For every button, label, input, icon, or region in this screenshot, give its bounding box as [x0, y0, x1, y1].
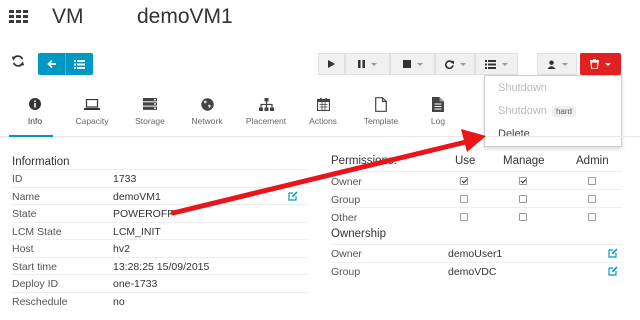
pause-icon — [358, 60, 365, 68]
owner-use-checkbox[interactable] — [460, 177, 468, 185]
table-row: Owner demoUser1 — [331, 244, 622, 262]
section-title: VM — [52, 5, 84, 28]
file-icon — [375, 96, 387, 112]
tab-capacity[interactable]: Capacity — [62, 96, 122, 126]
edit-icon[interactable] — [288, 191, 298, 201]
edit-icon[interactable] — [608, 248, 618, 258]
reboot-button[interactable] — [435, 53, 475, 75]
chevron-down-icon — [459, 62, 466, 66]
table-row: LCM State LCM_INIT — [12, 221, 307, 240]
chevron-down-icon — [371, 62, 377, 66]
table-row: Group — [331, 189, 622, 207]
list-icon — [74, 59, 85, 69]
other-manage-checkbox[interactable] — [519, 213, 527, 221]
user-button[interactable] — [537, 53, 577, 75]
chevron-down-icon — [416, 62, 423, 66]
permissions-title: Permissions: — [331, 155, 397, 167]
tab-storage[interactable]: Storage — [120, 96, 180, 126]
active-tab-indicator — [9, 135, 53, 137]
tab-log[interactable]: Log — [408, 96, 468, 126]
file-text-icon — [432, 96, 444, 112]
permissions-header: Permissions: Use Manage Admin — [331, 153, 622, 171]
pause-button[interactable] — [345, 53, 390, 75]
other-use-checkbox[interactable] — [460, 213, 468, 221]
nav-button-group — [38, 53, 93, 75]
play-button[interactable] — [318, 53, 345, 75]
other-admin-checkbox[interactable] — [588, 213, 596, 221]
tab-bar: Info Capacity Storage Network Placement … — [0, 96, 640, 136]
ownership-title: Ownership — [331, 228, 386, 240]
table-row: State POWEROFF — [12, 204, 307, 222]
tab-network[interactable]: Network — [177, 96, 237, 126]
table-row: Group demoVDC — [331, 261, 622, 280]
tab-divider — [0, 136, 640, 137]
group-admin-checkbox[interactable] — [588, 195, 596, 203]
list-icon — [485, 59, 496, 69]
info-icon — [29, 98, 41, 110]
table-row: ID 1733 — [12, 169, 307, 187]
apps-grid-icon[interactable] — [9, 10, 29, 24]
refresh-icon[interactable] — [11, 54, 25, 68]
column-use: Use — [455, 155, 476, 167]
ownership-table: Ownership Owner demoUser1 Group demoVDC — [331, 228, 622, 279]
tab-placement[interactable]: Placement — [236, 96, 296, 126]
more-actions-button[interactable] — [475, 53, 518, 75]
page-header: VM demoVM1 — [0, 0, 640, 38]
globe-icon — [200, 97, 214, 111]
table-row: Owner — [331, 171, 622, 189]
calendar-icon — [316, 97, 330, 111]
delete-menu-button[interactable] — [580, 53, 621, 75]
column-manage: Manage — [503, 155, 545, 167]
group-use-checkbox[interactable] — [460, 195, 468, 203]
chevron-down-icon — [561, 62, 568, 66]
owner-admin-checkbox[interactable] — [588, 177, 596, 185]
user-icon — [546, 59, 556, 69]
table-row: Host hv2 — [12, 239, 307, 257]
trash-icon — [590, 59, 599, 69]
back-button[interactable] — [38, 53, 65, 75]
list-view-button[interactable] — [65, 53, 93, 75]
vm-title: demoVM1 — [137, 5, 233, 28]
chevron-down-icon — [605, 62, 611, 66]
column-admin: Admin — [576, 155, 609, 167]
tab-template[interactable]: Template — [351, 96, 411, 126]
arrow-left-icon — [46, 59, 56, 69]
table-row: Deploy ID one-1733 — [12, 274, 307, 292]
table-row: Other — [331, 207, 622, 225]
table-row: Name demoVM1 — [12, 186, 307, 205]
sitemap-icon — [258, 97, 274, 111]
information-table: Information ID 1733 Name demoVM1 State POWE… — [12, 156, 307, 309]
stop-button[interactable] — [390, 53, 435, 75]
permissions-table: Permissions: Use Manage Admin Owner Grou… — [331, 153, 622, 225]
server-icon — [143, 98, 157, 110]
edit-icon[interactable] — [608, 266, 618, 276]
redo-icon — [444, 59, 454, 69]
menu-item-shutdown: Shutdown — [498, 82, 547, 94]
table-row: Reschedule no — [12, 291, 307, 310]
owner-manage-checkbox[interactable] — [519, 177, 527, 185]
table-row: Start time 13:28:25 15/09/2015 — [12, 256, 307, 275]
laptop-icon — [84, 98, 100, 110]
stop-icon — [402, 60, 411, 68]
tab-actions[interactable]: Actions — [293, 96, 353, 126]
group-manage-checkbox[interactable] — [519, 195, 527, 203]
information-title: Information — [12, 156, 70, 168]
tab-info[interactable]: Info — [5, 96, 65, 126]
play-icon — [328, 60, 335, 68]
chevron-down-icon — [502, 62, 508, 66]
